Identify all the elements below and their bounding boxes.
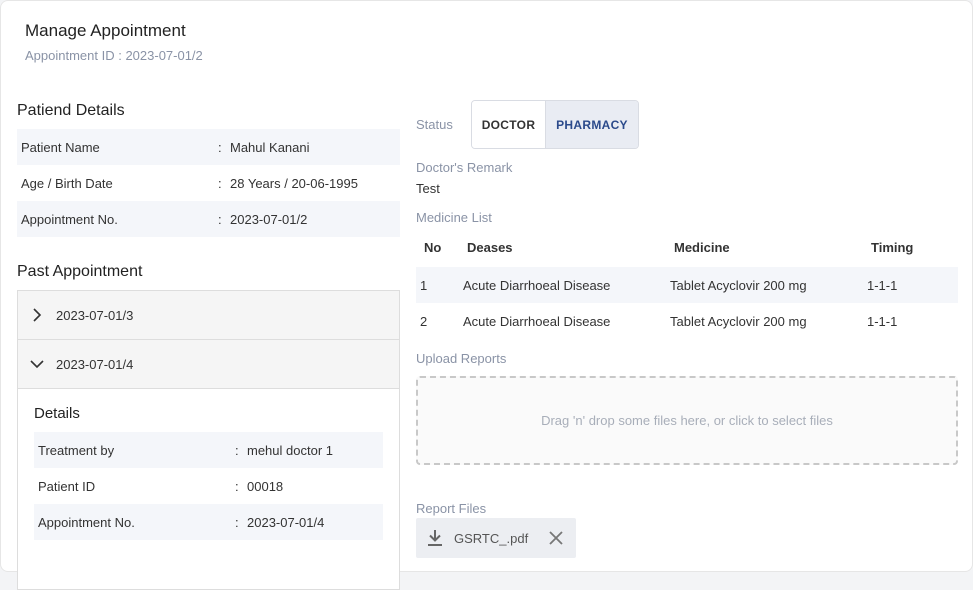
accordion-item-label: 2023-07-01/3 (56, 307, 134, 323)
table-row: 1 Acute Diarrhoeal Disease Tablet Acyclo… (416, 267, 958, 303)
row-value: mehul doctor 1 (247, 442, 333, 458)
medicine-table-header: No Deases Medicine Timing (416, 231, 958, 263)
row-separator: : (218, 139, 222, 155)
download-icon[interactable] (416, 529, 454, 547)
accordion-item-2023-07-01-4[interactable]: 2023-07-01/4 (18, 340, 399, 389)
row-value: Mahul Kanani (230, 139, 310, 155)
row-separator: : (235, 514, 239, 530)
patient-name-row: Patient Name : Mahul Kanani (17, 129, 400, 165)
cell-medicine: Tablet Acyclovir 200 mg (670, 313, 807, 329)
past-appointment-accordion: 2023-07-01/3 2023-07-01/4 Details Treatm… (17, 290, 400, 590)
status-label: Status (416, 117, 453, 132)
treatment-by-row: Treatment by : mehul doctor 1 (34, 432, 383, 468)
cell-timing: 1-1-1 (867, 313, 898, 329)
column-header-no: No (424, 239, 442, 255)
age-birth-date-row: Age / Birth Date : 28 Years / 20-06-1995 (17, 165, 400, 201)
cell-timing: 1-1-1 (867, 277, 898, 293)
appointment-id-subtitle: Appointment ID : 2023-07-01/2 (25, 48, 203, 63)
cell-no: 2 (420, 313, 428, 329)
table-row: 2 Acute Diarrhoeal Disease Tablet Acyclo… (416, 303, 958, 339)
appointment-no-row: Appointment No. : 2023-07-01/2 (17, 201, 400, 237)
row-label: Appointment No. (21, 211, 118, 227)
row-value: 2023-07-01/4 (247, 514, 325, 530)
row-value: 2023-07-01/2 (230, 211, 308, 227)
cell-deases: Acute Diarrhoeal Disease (463, 277, 611, 293)
upload-reports-label: Upload Reports (416, 351, 507, 366)
column-header-deases: Deases (467, 239, 513, 255)
medicine-list-label: Medicine List (416, 210, 492, 225)
patient-details-table: Patient Name : Mahul Kanani Age / Birth … (17, 129, 400, 237)
patient-details-title: Patiend Details (17, 102, 125, 119)
file-dropzone[interactable]: Drag 'n' drop some files here, or click … (416, 376, 958, 465)
past-appointment-title: Past Appointment (17, 263, 143, 280)
accordion-item-label: 2023-07-01/4 (56, 356, 134, 372)
report-file-chip: GSRTC_.pdf (416, 518, 576, 558)
chevron-right-icon (18, 308, 56, 322)
doctor-remark-label: Doctor's Remark (416, 160, 513, 175)
medicine-table: No Deases Medicine Timing 1 Acute Diarrh… (416, 231, 958, 339)
page-title: Manage Appointment (25, 21, 186, 40)
status-pharmacy-button[interactable]: PHARMACY (546, 101, 638, 148)
accordion-item-2023-07-01-3[interactable]: 2023-07-01/3 (18, 291, 399, 340)
row-label: Patient Name (21, 139, 100, 155)
column-header-timing: Timing (871, 239, 914, 255)
report-file-name[interactable]: GSRTC_.pdf (454, 531, 536, 546)
accordion-details-panel: Details Treatment by : mehul doctor 1 Pa… (18, 389, 399, 589)
row-separator: : (235, 478, 239, 494)
details-title: Details (34, 405, 80, 422)
status-doctor-button[interactable]: DOCTOR (472, 101, 546, 148)
manage-appointment-card: Manage Appointment Appointment ID : 2023… (0, 0, 973, 590)
close-icon[interactable] (536, 531, 576, 545)
status-toggle: DOCTOR PHARMACY (471, 100, 639, 149)
doctor-remark-value: Test (416, 181, 440, 196)
appointment-no-row: Appointment No. : 2023-07-01/4 (34, 504, 383, 540)
row-value: 28 Years / 20-06-1995 (230, 175, 358, 191)
cell-medicine: Tablet Acyclovir 200 mg (670, 277, 807, 293)
row-label: Treatment by (38, 442, 115, 458)
column-header-medicine: Medicine (674, 239, 730, 255)
patient-id-row: Patient ID : 00018 (34, 468, 383, 504)
row-label: Appointment No. (38, 514, 135, 530)
cell-deases: Acute Diarrhoeal Disease (463, 313, 611, 329)
details-table: Treatment by : mehul doctor 1 Patient ID… (34, 432, 383, 540)
row-label: Patient ID (38, 478, 96, 494)
chevron-down-icon (18, 359, 56, 369)
row-separator: : (235, 442, 239, 458)
report-files-label: Report Files (416, 501, 487, 516)
row-value: 00018 (247, 478, 284, 494)
row-separator: : (218, 211, 222, 227)
dropzone-text: Drag 'n' drop some files here, or click … (541, 413, 833, 428)
cell-no: 1 (420, 277, 428, 293)
row-separator: : (218, 175, 222, 191)
row-label: Age / Birth Date (21, 175, 113, 191)
